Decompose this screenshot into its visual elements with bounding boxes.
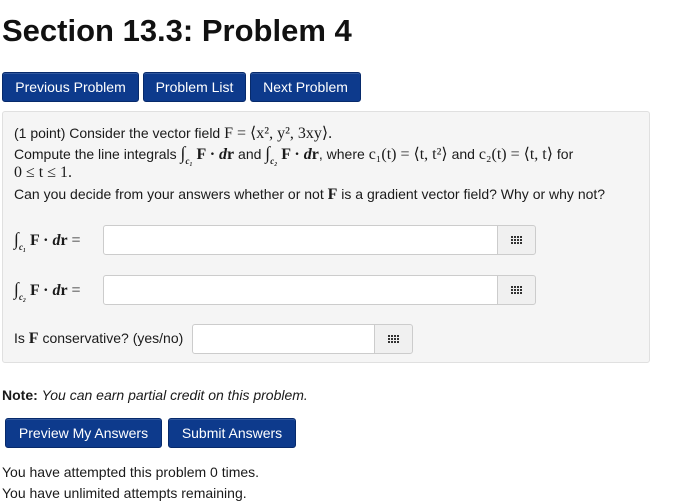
- answer2-tool-button[interactable]: [497, 275, 536, 305]
- compute-text: Compute the line integrals: [14, 146, 177, 162]
- answer2-label: ∫c₂ F · dr =: [14, 279, 81, 302]
- parameter-range: 0 ≤ t ≤ 1.: [14, 164, 73, 181]
- f-dr-expression-2: F · dr: [281, 146, 319, 163]
- is-text: Is: [14, 330, 25, 346]
- note-label: Note:: [2, 387, 38, 403]
- vector-field-definition: F = ⟨x², y², 3xy⟩.: [224, 125, 333, 142]
- answer1-tool-button[interactable]: [497, 225, 536, 255]
- answer2-input[interactable]: [103, 275, 498, 305]
- note-line: Note: You can earn partial credit on thi…: [2, 387, 308, 403]
- problem-line-2: Compute the line integrals ∫c₁ F · dr an…: [14, 143, 573, 166]
- integral-c2-symbol: ∫c₂: [265, 143, 278, 166]
- answer1-f-dr: F · dr: [29, 232, 68, 249]
- answer3-input[interactable]: [192, 324, 375, 354]
- problem-panel: (1 point) Consider the vector field F = …: [2, 111, 650, 363]
- grid-icon: [511, 236, 522, 244]
- integral-c2-label: ∫c₂: [14, 279, 27, 302]
- problem-line-3: 0 ≤ t ≤ 1.: [14, 164, 72, 182]
- f-dr-expression-1: F · dr: [196, 146, 235, 163]
- for-text: for: [556, 146, 574, 162]
- page-title: Section 13.3: Problem 4: [2, 13, 352, 48]
- problem-line-1: (1 point) Consider the vector field F = …: [14, 123, 332, 143]
- and-text: and: [238, 146, 262, 162]
- where-text: , where: [318, 146, 365, 162]
- conservative-question-text: conservative? (yes/no): [42, 330, 184, 346]
- equals-sign-1: =: [71, 232, 81, 249]
- preview-answers-button[interactable]: Preview My Answers: [5, 418, 162, 448]
- submit-answers-button[interactable]: Submit Answers: [168, 418, 296, 448]
- question-text-b: is a gradient vector field? Why or why n…: [341, 186, 606, 202]
- question-text-a: Can you decide from your answers whether…: [14, 186, 324, 202]
- previous-problem-button[interactable]: Previous Problem: [2, 72, 139, 102]
- grid-icon: [511, 286, 522, 294]
- integral-c1-label: ∫c₁: [14, 229, 27, 252]
- next-problem-button[interactable]: Next Problem: [250, 72, 361, 102]
- answer1-input[interactable]: [103, 225, 498, 255]
- note-text: You can earn partial credit on this prob…: [41, 387, 308, 403]
- c2-definition: c₂(t) = ⟨t, t⟩: [478, 146, 553, 163]
- attempts-text: You have attempted this problem 0 times.: [2, 464, 260, 480]
- intro-text: Consider the vector field: [69, 125, 221, 141]
- field-symbol-2: F: [28, 330, 39, 347]
- equals-sign-2: =: [71, 282, 81, 299]
- remaining-attempts-text: You have unlimited attempts remaining.: [2, 485, 247, 501]
- field-symbol: F: [327, 186, 338, 203]
- c1-definition: c₁(t) = ⟨t, t²⟩: [368, 146, 448, 163]
- grid-icon: [388, 335, 399, 343]
- answer3-tool-button[interactable]: [374, 324, 413, 354]
- answer2-f-dr: F · dr: [29, 282, 68, 299]
- and-text-2: and: [451, 146, 475, 162]
- points-label: (1 point): [14, 125, 66, 141]
- problem-line-4: Can you decide from your answers whether…: [14, 186, 605, 204]
- answer3-label: Is F conservative? (yes/no): [14, 330, 183, 348]
- problem-list-button[interactable]: Problem List: [143, 72, 246, 102]
- answer1-label: ∫c₁ F · dr =: [14, 229, 81, 252]
- integral-c1-symbol: ∫c₁: [180, 143, 193, 166]
